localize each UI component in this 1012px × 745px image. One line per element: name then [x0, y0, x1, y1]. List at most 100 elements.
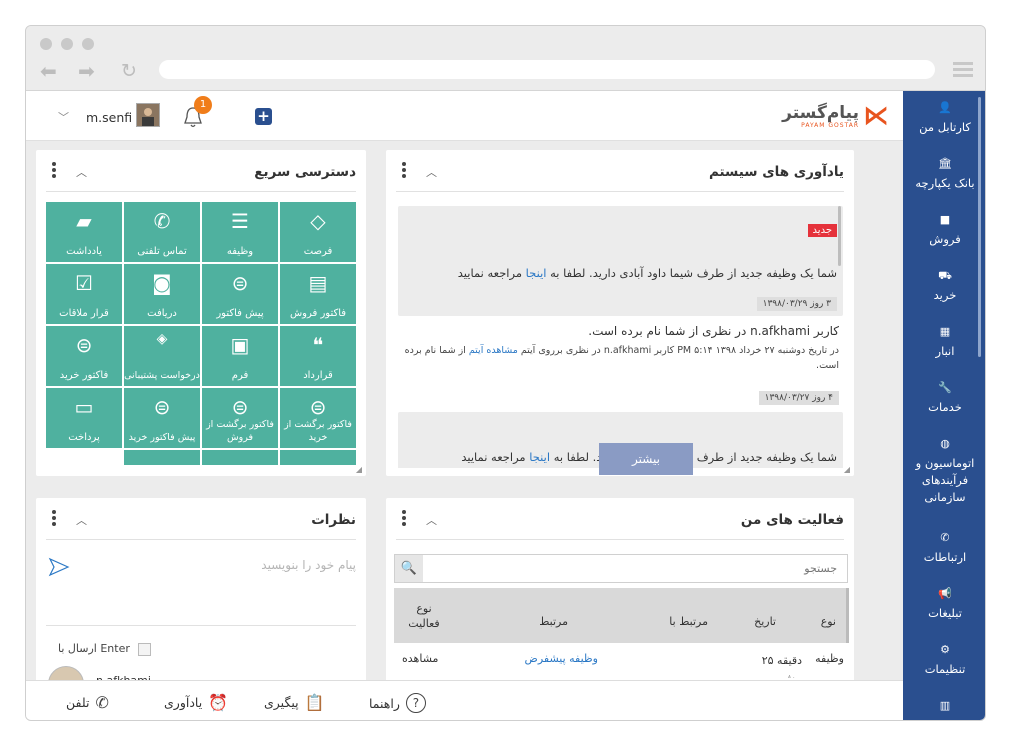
cell-date: دقیقه ۲۵ پیش [761, 654, 802, 678]
reminder-body: شما یک وظیفه جدید از طرف [696, 450, 837, 464]
tile-payment[interactable]: ▭ پرداخت [46, 388, 122, 448]
window-minimize-dot[interactable] [61, 38, 73, 50]
collapse-icon[interactable]: ︿ [76, 164, 87, 180]
phone-button[interactable]: ✆ تلفن [66, 693, 109, 712]
sidebar-item-services[interactable]: 🔧 خدمات [903, 379, 985, 416]
sidebar-item-automation[interactable]: ◍ اتوماسیون و فرآیندهای سازمانی [903, 435, 985, 506]
tile-opportunity[interactable]: ◇ فرصت [280, 202, 356, 262]
sidebar-item-sales[interactable]: ■ فروش [903, 211, 985, 248]
tile-contract[interactable]: ❝ قرارداد [280, 326, 356, 386]
tile-sales-return-invoice[interactable]: ⊜ فاکتور برگشت از فروش [202, 388, 278, 448]
kebab-menu-icon[interactable] [52, 510, 56, 528]
back-arrow-icon[interactable]: ⬅ [40, 61, 57, 81]
comment-input[interactable]: پیام خود را بنویسید [106, 558, 356, 572]
tile-proforma[interactable]: ⊜ پیش فاکتور [202, 264, 278, 324]
tile-task[interactable]: ☰ وظیفه [202, 202, 278, 262]
reminder-link[interactable]: اینجا [526, 266, 547, 280]
tile-more[interactable] [202, 450, 278, 465]
send-with-enter-checkbox[interactable] [138, 643, 151, 656]
tile-label: فاکتور خرید [59, 370, 109, 381]
resize-handle-icon[interactable]: ◢ [356, 465, 362, 474]
username[interactable]: m.senfi [86, 110, 132, 125]
tile-label: فاکتور برگشت از خرید [284, 419, 352, 443]
phone-icon: ✆ [940, 531, 950, 544]
reminder-button[interactable]: ⏰ یادآوری [164, 693, 228, 712]
divider [46, 625, 356, 626]
tile-sales-invoice[interactable]: ▤ فاکتور فروش [280, 264, 356, 324]
column-header[interactable]: تاریخ [754, 615, 776, 628]
reload-icon[interactable]: ↻ [121, 61, 137, 81]
more-button[interactable]: بیشتر [599, 443, 693, 475]
search-icon[interactable]: 🔍 [395, 555, 423, 582]
sidebar-item-settings[interactable]: ⚙ تنظیمات [903, 641, 985, 678]
collapse-icon[interactable]: ︿ [426, 164, 437, 180]
tile-label: پیش فاکتور خرید [128, 432, 196, 443]
column-header[interactable]: نوع [821, 615, 836, 628]
avatar[interactable] [136, 103, 160, 127]
column-header[interactable]: مرتبط با [669, 615, 708, 628]
tile-more[interactable] [124, 450, 200, 465]
kebab-menu-icon[interactable] [402, 510, 406, 528]
reminder-item[interactable]: کاربر n.afkhami در نظری از شما نام برده … [398, 322, 843, 407]
reminders-scrollbar[interactable] [838, 206, 841, 266]
sidebar-item-purchase[interactable]: ⛟ خرید [903, 267, 985, 304]
bank-icon: 🏛 [938, 157, 952, 170]
reminder-link[interactable]: مشاهده آیتم [469, 345, 518, 356]
phone-icon: ✆ [95, 693, 109, 712]
collapse-icon[interactable]: ︿ [76, 512, 87, 528]
search-input[interactable] [427, 558, 837, 579]
browser-menu-icon[interactable] [953, 62, 973, 80]
table-scrollbar[interactable] [846, 588, 849, 643]
sidebar-item-warehouse[interactable]: ▦ انبار [903, 323, 985, 360]
tile-label: پرداخت [68, 432, 100, 443]
tile-label: فرصت [303, 246, 333, 257]
reminder-link[interactable]: اینجا [529, 450, 550, 464]
bar-chart-icon: ▥ [939, 699, 951, 712]
window-close-dot[interactable] [40, 38, 52, 50]
kebab-menu-icon[interactable] [402, 162, 406, 180]
followup-button[interactable]: 📋 پیگیری [264, 693, 325, 712]
sidebar-item-cartable[interactable]: 👤 کارتابل من [903, 99, 985, 136]
column-header[interactable]: نوع فعالیت [404, 601, 444, 631]
warehouse-icon: ▦ [939, 325, 951, 338]
logo: ⋊ پیام‌گستر PAYAM GOSTAR [782, 103, 889, 129]
sidebar-item-bank[interactable]: 🏛 بانک یکپارچه [903, 155, 985, 192]
reminder-text: شما یک وظیفه جدید از طرف شیما داود آبادی… [404, 265, 837, 281]
tile-purchase-invoice[interactable]: ⊜ فاکتور خرید [46, 326, 122, 386]
sidebar-item-ads[interactable]: 📢 تبلیغات [903, 585, 985, 622]
reminder-item[interactable]: جدید شما یک وظیفه جدید از طرف شیما داود … [398, 206, 843, 316]
tile-purchase-return-invoice[interactable]: ⊜ فاکتور برگشت از خرید [280, 388, 356, 448]
column-header[interactable]: مرتبط [539, 615, 568, 628]
address-bar[interactable] [159, 60, 935, 79]
cell-activity-type: مشاهده [402, 652, 439, 665]
tile-note[interactable]: ▰ یادداشت [46, 202, 122, 262]
collapse-icon[interactable]: ︿ [426, 512, 437, 528]
tile-support-request[interactable]: ◈ درخواست پشتیبانی [124, 326, 200, 386]
tile-appointment[interactable]: ☑ قرار ملاقات [46, 264, 122, 324]
sidebar-item-reports[interactable]: ▥ [903, 697, 985, 717]
tile-phone-call[interactable]: ✆ تماس تلفنی [124, 202, 200, 262]
note-icon: ▰ [76, 209, 92, 233]
help-button[interactable]: ? راهنما [369, 693, 426, 713]
resize-handle-icon[interactable]: ◢ [844, 465, 850, 474]
window-maximize-dot[interactable] [82, 38, 94, 50]
cell-related[interactable]: وظیفه پیشفرض [525, 652, 598, 665]
add-button[interactable]: + [255, 108, 272, 125]
panel-title: یادآوری های سیستم [708, 164, 844, 180]
forward-arrow-icon[interactable]: ➡ [78, 61, 95, 81]
notification-count-badge: 1 [194, 96, 212, 114]
table-row[interactable]: وظیفه دقیقه ۲۵ پیش وظیفه پیشفرض مشاهده [394, 648, 848, 678]
reminder-date: ۴ روز ۱۳۹۸/۰۳/۲۷ [758, 391, 839, 405]
chevron-down-icon[interactable]: ﹀ [58, 109, 69, 125]
send-icon[interactable] [48, 556, 70, 578]
tile-purchase-proforma[interactable]: ⊜ پیش فاکتور خرید [124, 388, 200, 448]
reminder-body: شما یک وظیفه جدید از طرف شیما داود آبادی… [550, 266, 837, 280]
reminder-body: در تاریخ دوشنبه ۲۷ خرداد ۱۳۹۸ PM ۵:۱۴ کا… [520, 345, 839, 356]
wrench-icon: 🔧 [938, 381, 952, 394]
document-icon: ▤ [308, 271, 328, 295]
kebab-menu-icon[interactable] [52, 162, 56, 180]
sidebar-item-communications[interactable]: ✆ ارتباطات [903, 529, 985, 566]
tile-more[interactable] [280, 450, 356, 465]
tile-receive[interactable]: ◙ دریافت [124, 264, 200, 324]
tile-form[interactable]: ▣ فرم [202, 326, 278, 386]
